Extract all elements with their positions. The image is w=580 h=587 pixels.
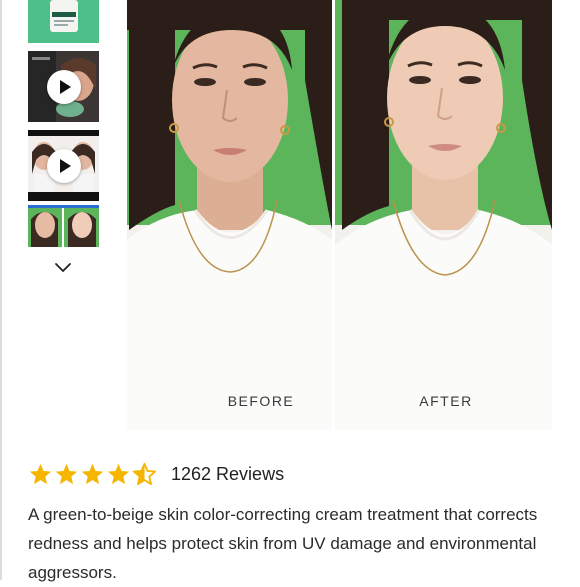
before-after-photo (127, 0, 552, 430)
thumbnail-product-jar[interactable] (28, 0, 99, 43)
chevron-down-icon[interactable] (53, 259, 73, 275)
star-full-icon (29, 463, 52, 484)
play-icon (59, 79, 71, 94)
page-left-border (0, 0, 2, 580)
play-button[interactable] (46, 148, 81, 183)
star-full-icon (55, 463, 78, 484)
star-half-icon (132, 462, 157, 485)
thumbnail-video-2[interactable] (28, 130, 99, 201)
thumbnail-before-after[interactable] (28, 205, 99, 247)
star-full-icon (81, 463, 104, 484)
thumbnail-video-1[interactable] (28, 51, 99, 122)
play-button[interactable] (46, 69, 81, 104)
main-product-image[interactable]: BEFORE AFTER (127, 0, 552, 430)
star-rating (28, 462, 157, 487)
reviews-summary[interactable]: 1262 Reviews (28, 460, 284, 488)
after-caption: AFTER (419, 393, 473, 409)
play-icon (59, 158, 71, 173)
star-full-icon (107, 463, 130, 484)
before-after-image (28, 205, 99, 247)
review-count[interactable]: 1262 Reviews (171, 464, 284, 485)
before-caption: BEFORE (227, 393, 295, 409)
product-description: A green-to-beige skin color-correcting c… (28, 505, 538, 582)
product-jar-image (28, 0, 99, 43)
